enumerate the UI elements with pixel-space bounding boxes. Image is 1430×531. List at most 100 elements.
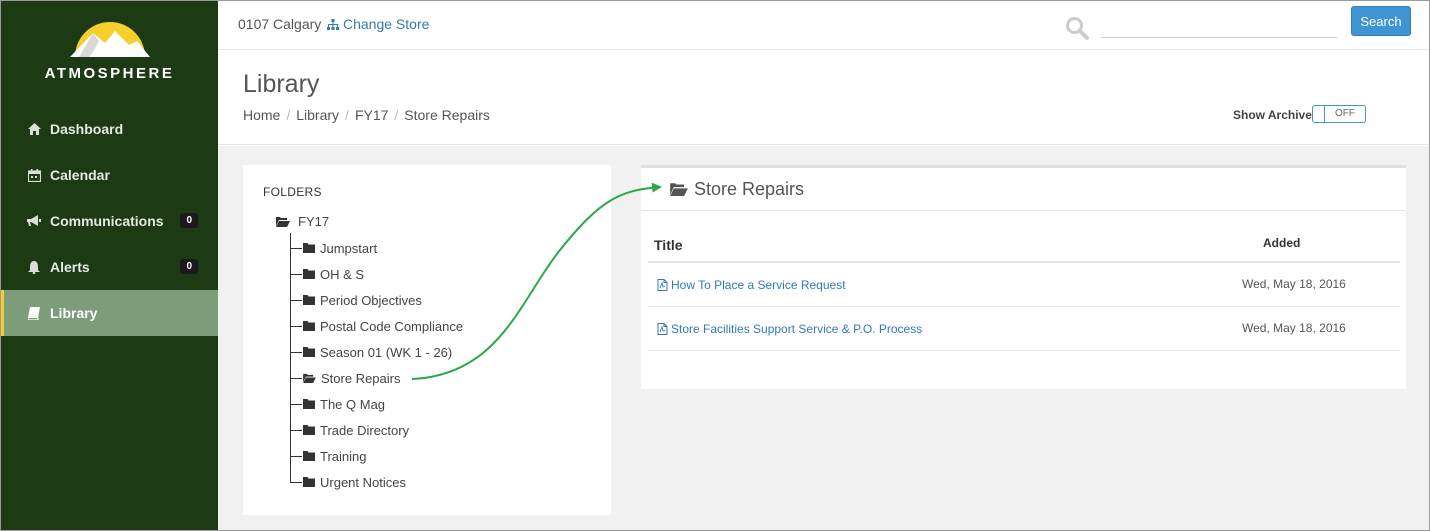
folder-label: Period Objectives <box>320 292 422 308</box>
sidebar-nav: Dashboard Calendar Communications 0 Aler… <box>1 106 218 336</box>
sidebar-item-label: Communications <box>50 213 164 229</box>
calendar-icon <box>26 168 42 182</box>
sidebar-item-alerts[interactable]: Alerts 0 <box>1 244 218 290</box>
alerts-count-badge: 0 <box>180 259 198 274</box>
sidebar-item-label: Library <box>50 305 98 321</box>
tree-branch <box>290 377 302 379</box>
column-header-added[interactable]: Added <box>1263 236 1300 250</box>
folder-label: Store Repairs <box>321 370 401 386</box>
folder-label: Urgent Notices <box>320 474 406 490</box>
atmosphere-logo-icon <box>69 22 150 57</box>
folder-item[interactable]: Season 01 (WK 1 - 26) <box>290 342 452 362</box>
folder-root-fy17[interactable]: FY17 <box>276 214 329 229</box>
search-input[interactable] <box>1101 15 1337 38</box>
sidebar: ATMOSPHERE Dashboard Calendar Communicat… <box>1 1 218 530</box>
tree-branch <box>290 299 302 301</box>
breadcrumb-current: Store Repairs <box>404 107 490 123</box>
folder-icon <box>303 347 315 357</box>
folder-icon <box>303 477 315 487</box>
sidebar-item-calendar[interactable]: Calendar <box>1 152 218 198</box>
breadcrumb: Home / Library / FY17 / Store Repairs <box>243 107 490 123</box>
folder-item[interactable]: Store Repairs <box>290 368 400 388</box>
sidebar-item-label: Calendar <box>50 167 110 183</box>
folder-item[interactable]: OH & S <box>290 264 364 284</box>
documents-header: Store Repairs <box>641 168 1406 211</box>
folder-label: Season 01 (WK 1 - 26) <box>320 344 453 360</box>
breadcrumb-separator: / <box>286 107 291 123</box>
folder-label: Jumpstart <box>320 240 378 256</box>
folder-icon <box>303 295 315 305</box>
folder-open-icon <box>670 183 688 196</box>
folder-label: Postal Code Compliance <box>320 318 464 334</box>
page-title: Library <box>243 70 320 98</box>
communications-count-badge: 0 <box>180 213 198 228</box>
folder-label: Training <box>320 448 367 464</box>
column-header-title[interactable]: Title <box>654 237 683 253</box>
change-store-link[interactable]: Change Store <box>327 16 429 32</box>
tree-branch <box>290 429 302 431</box>
bell-icon <box>26 260 42 274</box>
brand-logo[interactable]: ATMOSPHERE <box>1 19 218 89</box>
folder-label: The Q Mag <box>320 396 386 412</box>
folders-heading: FOLDERS <box>263 185 322 199</box>
folder-icon <box>303 243 315 253</box>
document-title: How To Place a Service Request <box>671 278 846 292</box>
folder-item[interactable]: Training <box>290 446 366 466</box>
tree-branch <box>290 325 302 327</box>
tree-branch <box>290 351 302 353</box>
change-store-label: Change Store <box>343 16 430 32</box>
folders-panel: FOLDERS FY17 Jumpstart OH & S Period Objec… <box>243 165 611 515</box>
folder-label: OH & S <box>320 266 365 282</box>
toggle-state: OFF <box>1335 108 1355 119</box>
folder-item[interactable]: Jumpstart <box>290 238 377 258</box>
book-icon <box>26 306 42 320</box>
folder-label: FY17 <box>298 214 330 229</box>
breadcrumb-separator: / <box>394 107 399 123</box>
breadcrumb-separator: / <box>345 107 349 123</box>
sidebar-item-library[interactable]: Library <box>1 290 218 336</box>
tree-branch <box>290 273 302 275</box>
table-row: How To Place a Service Request Wed, May … <box>648 263 1400 307</box>
toggle-knob <box>1313 106 1325 122</box>
folder-icon <box>303 425 315 435</box>
tree-branch <box>290 247 302 249</box>
page-header: Library Home / Library / FY17 / Store Re… <box>218 50 1429 145</box>
folder-item[interactable]: Trade Directory <box>290 420 409 440</box>
show-archive-label: Show Archive <box>1233 108 1312 122</box>
breadcrumb-home[interactable]: Home <box>243 107 280 123</box>
show-archive-toggle[interactable]: OFF <box>1312 105 1366 123</box>
home-icon <box>26 122 42 136</box>
folder-icon <box>303 451 315 461</box>
tree-branch <box>290 481 302 483</box>
folder-item[interactable]: The Q Mag <box>290 394 385 414</box>
current-store: 0107 Calgary <box>238 16 322 32</box>
search-icon <box>1065 16 1089 45</box>
sitemap-icon <box>327 18 339 30</box>
brand-name: ATMOSPHERE <box>44 65 175 82</box>
bullhorn-icon <box>26 214 42 228</box>
folder-icon <box>303 399 315 409</box>
folder-item[interactable]: Postal Code Compliance <box>290 316 463 336</box>
documents-panel: Store Repairs Title Added How To Place a… <box>641 165 1406 389</box>
document-title: Store Facilities Support Service & P.O. … <box>671 322 923 336</box>
breadcrumb-fy17[interactable]: FY17 <box>355 107 388 123</box>
table-row: Store Facilities Support Service & P.O. … <box>648 307 1400 351</box>
document-link[interactable]: Store Facilities Support Service & P.O. … <box>657 322 922 336</box>
document-link[interactable]: How To Place a Service Request <box>657 278 846 292</box>
sidebar-item-dashboard[interactable]: Dashboard <box>1 106 218 152</box>
folder-open-icon <box>303 373 316 383</box>
document-added-date: Wed, May 18, 2016 <box>1242 321 1346 335</box>
tree-branch <box>290 403 302 405</box>
top-bar: 0107 Calgary Change Store Search <box>218 1 1429 50</box>
sidebar-item-communications[interactable]: Communications 0 <box>1 198 218 244</box>
folder-item[interactable]: Period Objectives <box>290 290 422 310</box>
folder-icon <box>303 321 315 331</box>
folder-open-icon <box>276 217 290 227</box>
search-button[interactable]: Search <box>1351 6 1411 36</box>
content-area: FOLDERS FY17 Jumpstart OH & S Period Objec… <box>218 146 1429 530</box>
folder-label: Trade Directory <box>320 422 410 438</box>
breadcrumb-library[interactable]: Library <box>296 107 339 123</box>
folder-item[interactable]: Urgent Notices <box>290 472 406 492</box>
tree-branch <box>290 455 302 457</box>
documents-folder-title: Store Repairs <box>694 178 805 199</box>
